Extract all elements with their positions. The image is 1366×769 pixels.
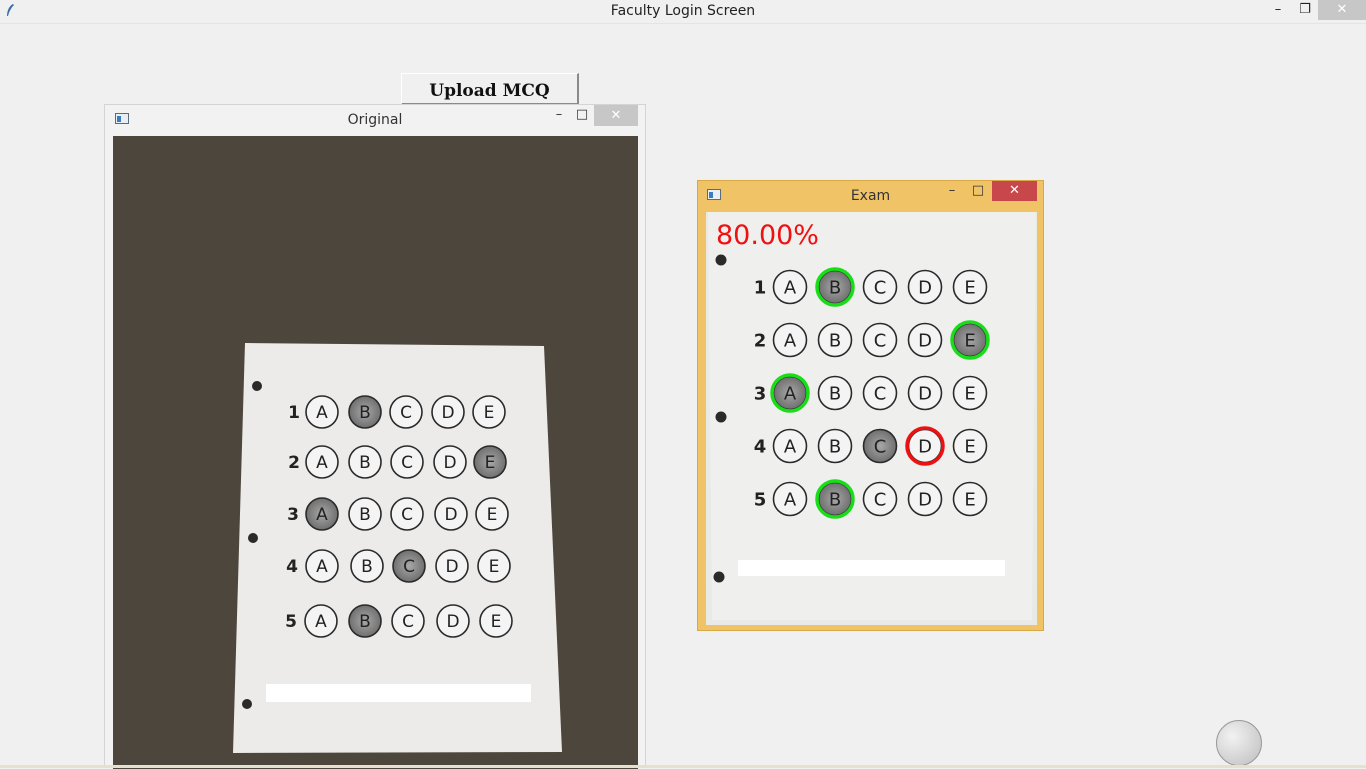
question-number: 2	[288, 453, 300, 473]
bubble-letter: B	[361, 557, 373, 577]
original-photo: 1ABCDE2ABCDE3ABCDE4ABCDE5ABCDE	[113, 136, 638, 769]
bubble-letter: A	[315, 612, 327, 632]
bubble-letter: A	[784, 489, 797, 510]
bubble-letter: C	[401, 505, 413, 525]
bubble-letter: A	[784, 277, 797, 298]
bubble-letter: E	[964, 383, 975, 404]
bubble-letter: B	[829, 436, 841, 457]
bubble-letter: A	[316, 403, 328, 423]
bubble-letter: A	[316, 557, 328, 577]
app-title-bar: Faculty Login Screen – ❐ ✕	[0, 0, 1366, 24]
upload-mcq-paper-button[interactable]: Upload MCQ Paper	[401, 73, 579, 135]
bubble-letter: C	[874, 383, 887, 404]
question-number: 5	[754, 489, 767, 510]
bubble-letter: D	[441, 403, 454, 423]
original-minimize-button[interactable]: –	[549, 107, 569, 122]
bubble-letter: C	[874, 436, 887, 457]
exam-result-window: Exam – □ ✕ 80.00% 1ABCDE2ABCDE3ABCDE4ABC…	[697, 180, 1044, 631]
original-image-window: Original – □ ✕ 1ABCDE2ABCDE3ABCDE4ABCDE5…	[104, 104, 646, 769]
globe-icon[interactable]	[1216, 720, 1262, 766]
original-maximize-button[interactable]: □	[572, 107, 592, 122]
bubble-letter: C	[874, 330, 887, 351]
question-number: 1	[288, 403, 300, 423]
question-number: 1	[754, 277, 767, 298]
bubble-letter: C	[401, 453, 413, 473]
question-number: 3	[287, 505, 299, 525]
bubble-letter: A	[784, 436, 797, 457]
bubble-letter: D	[443, 453, 456, 473]
original-close-button[interactable]: ✕	[594, 105, 638, 126]
bubble-letter: D	[918, 383, 932, 404]
bubble-letter: B	[359, 612, 371, 632]
answer-sheet-photo: 1 A B C D E2 A B C D E3 A B C D E4 A B C D E5 A B C D E	[113, 136, 638, 769]
question-number: 3	[754, 383, 767, 404]
bubble-letter: C	[400, 403, 412, 423]
graded-sheet-image: 80.00% 1ABCDE2ABCDE3ABCDE4ABCDE5ABCDE	[706, 212, 1037, 625]
bubble-letter: E	[964, 489, 975, 510]
bubble-letter: E	[964, 277, 975, 298]
bubble-letter: E	[964, 436, 975, 457]
punch-hole	[715, 254, 727, 266]
punch-hole	[715, 411, 727, 423]
bubble-letter: B	[829, 383, 841, 404]
bubble-letter: D	[918, 436, 932, 457]
bubble-letter: C	[874, 489, 887, 510]
bubble-letter: E	[489, 557, 500, 577]
minimize-button[interactable]: –	[1264, 0, 1292, 20]
bubble-letter: D	[918, 489, 932, 510]
bubble-letter: B	[359, 403, 371, 423]
exam-maximize-button[interactable]: □	[968, 183, 988, 198]
bubble-letter: C	[403, 557, 415, 577]
bubble-letter: B	[359, 505, 371, 525]
bubble-letter: B	[829, 330, 841, 351]
score-text: 80.00%	[716, 220, 819, 251]
bubble-letter: D	[918, 277, 932, 298]
punch-hole	[252, 381, 262, 391]
punch-hole	[248, 533, 258, 543]
bubble-letter: A	[316, 453, 328, 473]
bubble-letter: D	[446, 612, 459, 632]
bubble-letter: A	[784, 330, 797, 351]
bubble-letter: E	[485, 453, 496, 473]
bubble-letter: B	[829, 489, 841, 510]
bubble-letter: D	[445, 557, 458, 577]
exam-close-button[interactable]: ✕	[992, 181, 1037, 201]
bubble-letter: B	[359, 453, 371, 473]
bubble-letter: A	[784, 383, 797, 404]
name-field-redaction	[266, 684, 531, 702]
bubble-letter: E	[491, 612, 502, 632]
restore-button[interactable]: ❐	[1292, 0, 1318, 20]
punch-hole	[713, 571, 725, 583]
close-button[interactable]: ✕	[1318, 0, 1366, 20]
bubble-letter: E	[487, 505, 498, 525]
bubble-letter: A	[316, 505, 328, 525]
punch-hole	[242, 699, 252, 709]
question-number: 2	[754, 330, 767, 351]
bubble-letter: D	[444, 505, 457, 525]
bubble-letter: E	[964, 330, 975, 351]
question-number: 4	[754, 436, 767, 457]
graded-sheet: 80.00% 1 A B C D E2 A B C D E3 A B C D E4 A B C D E5 A B C D E	[706, 212, 1037, 625]
bubble-letter: B	[829, 277, 841, 298]
question-number: 4	[286, 557, 298, 577]
bubble-letter: C	[874, 277, 887, 298]
exam-minimize-button[interactable]: –	[942, 183, 962, 198]
window-title: Faculty Login Screen	[610, 3, 756, 19]
bubble-letter: D	[918, 330, 932, 351]
bubble-letter: C	[402, 612, 414, 632]
bubble-letter: E	[484, 403, 495, 423]
name-field-redaction	[738, 560, 1005, 576]
question-number: 5	[285, 612, 297, 632]
